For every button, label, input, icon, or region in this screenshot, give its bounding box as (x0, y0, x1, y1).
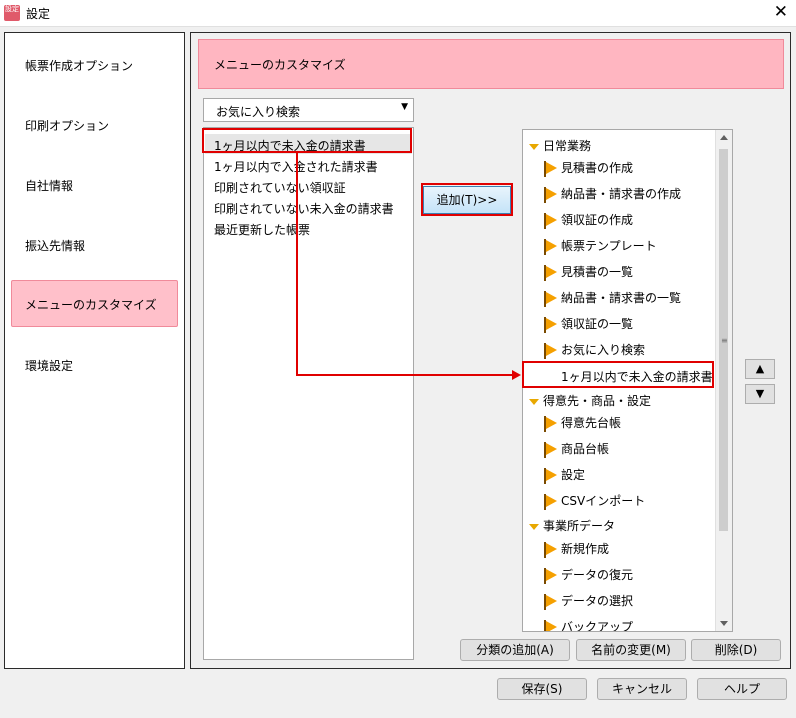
close-icon[interactable]: ✕ (774, 2, 788, 22)
scroll-thumb[interactable]: ≡ (719, 149, 728, 531)
tree-label: 領収証の一覧 (561, 317, 634, 331)
flag-icon (543, 619, 557, 631)
tree-item[interactable]: データの選択 (543, 592, 633, 610)
sidebar-item-print-options[interactable]: 印刷オプション (25, 117, 109, 134)
cancel-button[interactable]: キャンセル (597, 678, 687, 700)
tree-item[interactable]: 商品台帳 (543, 440, 609, 458)
sidebar-item-bank-info[interactable]: 振込先情報 (25, 237, 85, 254)
flag-icon (543, 467, 557, 484)
tree-item[interactable]: 見積書の作成 (543, 159, 633, 177)
list-item[interactable]: 1ヶ月以内で入金された請求書 (214, 158, 378, 175)
move-down-button[interactable]: ▼ (745, 384, 775, 404)
tree-label: 見積書の作成 (561, 161, 634, 175)
main-panel: メニューのカスタマイズ お気に入り検索 ▼ 1ヶ月以内で未入金の請求書 1ヶ月以… (190, 32, 791, 669)
scroll-up-icon[interactable] (720, 135, 728, 140)
tree-label: 納品書・請求書の作成 (561, 187, 682, 201)
sidebar-item-label: メニューのカスタマイズ (25, 298, 157, 312)
tree-item[interactable]: CSVインポート (543, 492, 645, 510)
flag-icon (543, 316, 557, 333)
tree-label: 設定 (561, 468, 586, 482)
tree-label: 得意先台帳 (561, 416, 622, 430)
add-category-button[interactable]: 分類の追加(A) (460, 639, 570, 661)
tree-scrollbar[interactable]: ≡ (715, 130, 732, 631)
sidebar: 帳票作成オプション 印刷オプション 自社情報 振込先情報 メニューのカスタマイズ… (4, 32, 185, 669)
section-header: メニューのカスタマイズ (198, 39, 784, 89)
tree-group[interactable]: 事業所データ (529, 517, 615, 534)
flag-icon (543, 567, 557, 584)
tree-item[interactable]: 帳票テンプレート (543, 237, 657, 255)
tree-label: 事業所データ (543, 519, 616, 533)
tree-label: 日常業務 (543, 139, 592, 153)
save-button[interactable]: 保存(S) (497, 678, 587, 700)
tree-label: 領収証の作成 (561, 213, 634, 227)
tree-item[interactable]: 見積書の一覧 (543, 263, 633, 281)
dropdown-value: お気に入り検索 (216, 105, 301, 119)
sidebar-item-menu-customize[interactable]: メニューのカスタマイズ (11, 280, 178, 327)
tree-item[interactable]: 得意先台帳 (543, 414, 621, 432)
delete-button[interactable]: 削除(D) (691, 639, 781, 661)
category-dropdown[interactable]: お気に入り検索 ▼ (203, 98, 414, 122)
sidebar-item-company-info[interactable]: 自社情報 (25, 177, 73, 194)
flag-icon (543, 186, 557, 203)
expand-triangle-icon (529, 523, 539, 530)
move-up-button[interactable]: ▲ (745, 359, 775, 379)
flag-icon (543, 238, 557, 255)
tree-item[interactable]: データの復元 (543, 566, 633, 584)
tree-label: データの復元 (561, 568, 634, 582)
menu-tree: 日常業務 見積書の作成 納品書・請求書の作成 領収証の作成 帳票テンプレート 見… (522, 129, 733, 632)
tree-item[interactable]: 納品書・請求書の一覧 (543, 289, 681, 307)
flag-icon (543, 212, 557, 229)
title-bar: 設定 設定 ✕ (0, 0, 796, 27)
list-item[interactable]: 印刷されていない領収証 (214, 179, 346, 196)
sidebar-item-report-options[interactable]: 帳票作成オプション (25, 57, 133, 74)
section-title: メニューのカスタマイズ (214, 58, 346, 72)
tree-item[interactable]: お気に入り検索 (543, 341, 645, 359)
window-title: 設定 (26, 7, 51, 21)
flag-icon (543, 415, 557, 432)
flag-icon (543, 593, 557, 610)
list-item-selected[interactable]: 1ヶ月以内で未入金の請求書 (205, 134, 412, 154)
tree-label: 納品書・請求書の一覧 (561, 291, 682, 305)
list-item-label: 1ヶ月以内で未入金の請求書 (214, 139, 366, 153)
tree-item[interactable]: 領収証の一覧 (543, 315, 633, 333)
flag-icon (543, 160, 557, 177)
flag-icon (543, 264, 557, 281)
tree-label: 帳票テンプレート (561, 239, 657, 253)
flag-icon (543, 342, 557, 359)
help-button[interactable]: ヘルプ (697, 678, 787, 700)
tree-label: お気に入り検索 (561, 343, 646, 357)
tree-label: バックアップ (561, 620, 634, 632)
flag-icon (543, 541, 557, 558)
tree-item[interactable]: 納品書・請求書の作成 (543, 185, 681, 203)
sidebar-item-environment[interactable]: 環境設定 (25, 357, 73, 374)
tree-label: 新規作成 (561, 542, 610, 556)
expand-triangle-icon (529, 398, 539, 405)
tree-label: 商品台帳 (561, 442, 610, 456)
chevron-down-icon: ▼ (401, 102, 408, 112)
tree-label: 見積書の一覧 (561, 265, 634, 279)
app-icon: 設定 (4, 5, 20, 21)
tree-item[interactable]: 設定 (543, 466, 585, 484)
tree-item[interactable]: 領収証の作成 (543, 211, 633, 229)
rename-button[interactable]: 名前の変更(M) (576, 639, 686, 661)
list-item[interactable]: 印刷されていない未入金の請求書 (214, 200, 394, 217)
tree-label: 得意先・商品・設定 (543, 394, 652, 408)
tree-group[interactable]: 日常業務 (529, 137, 591, 154)
flag-icon (543, 493, 557, 510)
tree-subitem[interactable]: 1ヶ月以内で未入金の請求書 (561, 368, 713, 385)
tree-label: データの選択 (561, 594, 634, 608)
flag-icon (543, 290, 557, 307)
available-items-list: 1ヶ月以内で未入金の請求書 1ヶ月以内で入金された請求書 印刷されていない領収証… (203, 127, 414, 660)
scroll-down-icon[interactable] (720, 621, 728, 626)
tree-label: 1ヶ月以内で未入金の請求書 (561, 370, 713, 384)
tree-item[interactable]: バックアップ (543, 618, 634, 632)
flag-icon (543, 441, 557, 458)
tree-item[interactable]: 新規作成 (543, 540, 609, 558)
grip-icon: ≡ (721, 336, 728, 345)
expand-triangle-icon (529, 143, 539, 150)
add-button[interactable]: 追加(T)>> (423, 186, 511, 214)
tree-group[interactable]: 得意先・商品・設定 (529, 392, 651, 409)
tree-label: CSVインポート (561, 494, 646, 508)
list-item[interactable]: 最近更新した帳票 (214, 221, 310, 238)
